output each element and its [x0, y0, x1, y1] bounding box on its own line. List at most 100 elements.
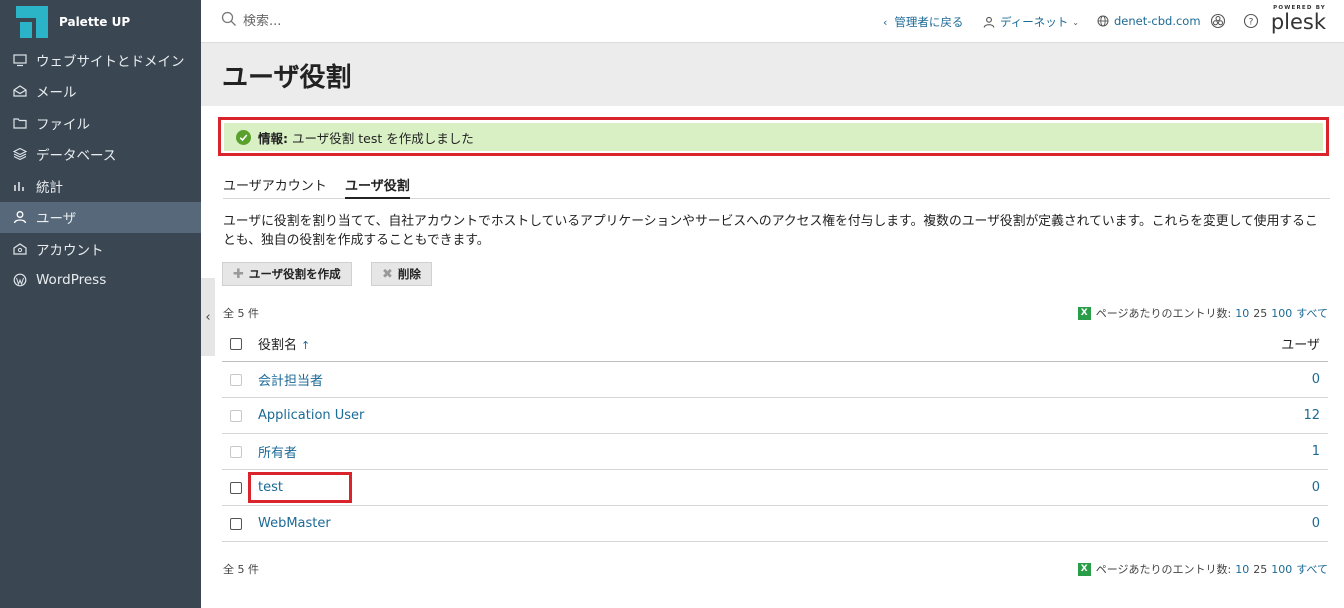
- table-row: WebMaster 0: [222, 506, 1328, 542]
- brand[interactable]: Palette UP: [0, 0, 201, 44]
- table-row: test 0: [222, 470, 1328, 506]
- role-name-link[interactable]: WebMaster: [258, 516, 331, 531]
- tab-bar: ユーザアカウント ユーザ役割: [223, 175, 1330, 199]
- role-name-link[interactable]: 所有者: [258, 442, 297, 461]
- user-icon: [983, 16, 995, 28]
- per-page-label: ページあたりのエントリ数:: [1095, 307, 1232, 320]
- role-users-link[interactable]: 12: [1303, 408, 1320, 423]
- title-band: ユーザ役割: [201, 43, 1344, 106]
- row-checkbox: [230, 445, 242, 458]
- brand-logo-icon: [14, 4, 50, 40]
- globe-icon: [1097, 15, 1109, 27]
- sidebar-item-websites[interactable]: ウェブサイトとドメイン: [0, 44, 201, 76]
- column-header-users[interactable]: ユーザ: [1281, 334, 1320, 353]
- domain-label: denet-cbd.com: [1114, 14, 1201, 28]
- sidebar-item-statistics[interactable]: 統計: [0, 170, 201, 202]
- table-header-row: 役割名 ↑ ユーザ: [222, 326, 1328, 362]
- tab-user-accounts[interactable]: ユーザアカウント: [223, 175, 327, 199]
- excel-icon[interactable]: X: [1077, 562, 1091, 576]
- sidebar-item-label: アカウント: [36, 242, 104, 259]
- per-page-option[interactable]: 100: [1271, 307, 1292, 320]
- folder-icon: [12, 115, 28, 131]
- plus-icon: ✚: [233, 266, 244, 282]
- user-name: ディーネット: [1000, 15, 1069, 29]
- sidebar-collapse-handle[interactable]: ‹: [201, 278, 215, 356]
- row-highlight-frame: [248, 472, 352, 503]
- chevron-left-icon: ‹: [883, 15, 888, 29]
- page-description: ユーザに役割を割り当てて、自社アカウントでホストしているアプリケーションやサービ…: [223, 214, 1318, 248]
- database-icon: [12, 146, 28, 162]
- sidebar-item-label: データベース: [36, 148, 117, 165]
- create-role-button[interactable]: ✚ ユーザ役割を作成: [222, 262, 352, 286]
- alert-label: 情報:: [258, 130, 288, 146]
- per-page-option[interactable]: 25: [1253, 563, 1267, 576]
- per-page-option[interactable]: すべて: [1296, 305, 1328, 321]
- plesk-logo: POWERED BY plesk: [1271, 5, 1326, 33]
- sidebar-item-label: メール: [36, 85, 77, 102]
- brand-name: Palette UP: [59, 15, 131, 29]
- excel-icon[interactable]: X: [1077, 306, 1091, 320]
- page-title: ユーザ役割: [222, 63, 352, 93]
- role-users-link[interactable]: 0: [1312, 516, 1320, 531]
- chevron-down-icon: ⌄: [1072, 17, 1079, 27]
- back-to-admin-label: 管理者に戻る: [894, 15, 964, 29]
- column-header-name[interactable]: 役割名 ↑: [258, 334, 310, 353]
- chart-icon: [12, 178, 28, 194]
- sidebar-item-label: ユーザ: [36, 211, 77, 228]
- role-name-link[interactable]: Application User: [258, 408, 364, 423]
- per-page-option[interactable]: 10: [1235, 307, 1249, 320]
- plesk-wordmark: plesk: [1270, 10, 1326, 34]
- user-menu[interactable]: ディーネット ⌄: [983, 14, 1079, 30]
- mail-icon: [12, 83, 28, 99]
- per-page-bottom: X ページあたりのエントリ数: 10 25 100 すべて: [1077, 561, 1328, 577]
- create-role-label: ユーザ役割を作成: [248, 267, 341, 281]
- help-icon[interactable]: ?: [1243, 13, 1259, 29]
- sidebar-nav: ウェブサイトとドメイン メール ファイル データベース 統計 ユーザ アカウント: [0, 44, 201, 296]
- account-icon: [12, 241, 28, 257]
- row-checkbox[interactable]: [230, 481, 242, 494]
- per-page-option[interactable]: 25: [1253, 307, 1267, 320]
- chevron-left-icon: ‹: [205, 309, 211, 325]
- search-input[interactable]: [243, 13, 443, 29]
- tab-user-roles[interactable]: ユーザ役割: [345, 175, 410, 199]
- roles-table: 役割名 ↑ ユーザ 会計担当者 0 Application User 12 所有者…: [222, 326, 1328, 542]
- table-row: Application User 12: [222, 398, 1328, 434]
- sidebar-item-mail[interactable]: メール: [0, 76, 201, 108]
- table-row: 会計担当者 0: [222, 362, 1328, 398]
- alert-message: ユーザ役割 test を作成しました: [292, 130, 474, 146]
- sidebar-item-wordpress[interactable]: WordPress: [0, 265, 201, 297]
- delete-label: 削除: [397, 267, 421, 281]
- search-box[interactable]: [221, 11, 443, 31]
- per-page-option[interactable]: 100: [1271, 563, 1292, 576]
- role-name-link[interactable]: 会計担当者: [258, 370, 323, 389]
- sidebar-item-label: ファイル: [36, 116, 90, 133]
- top-header: ‹ 管理者に戻る ディーネット ⌄ denet-cbd.com ? POWERE…: [201, 0, 1344, 43]
- domain-link[interactable]: denet-cbd.com: [1097, 14, 1201, 28]
- search-icon: [221, 11, 237, 31]
- monitor-icon: [12, 52, 28, 68]
- back-to-admin-link[interactable]: ‹ 管理者に戻る: [883, 14, 963, 30]
- sidebar: Palette UP ウェブサイトとドメイン メール ファイル データベース 統…: [0, 0, 201, 608]
- extensions-icon[interactable]: [1210, 13, 1226, 29]
- delete-button[interactable]: ✖ 削除: [371, 262, 432, 286]
- select-all-checkbox[interactable]: [230, 337, 242, 350]
- per-page-top: X ページあたりのエントリ数: 10 25 100 すべて: [1077, 305, 1328, 321]
- sidebar-item-databases[interactable]: データベース: [0, 139, 201, 171]
- sidebar-item-label: WordPress: [36, 272, 107, 289]
- per-page-option[interactable]: 10: [1235, 563, 1249, 576]
- role-users-link[interactable]: 0: [1312, 372, 1320, 387]
- per-page-option[interactable]: すべて: [1296, 561, 1328, 577]
- sidebar-item-users[interactable]: ユーザ: [0, 201, 201, 233]
- sidebar-item-account[interactable]: アカウント: [0, 233, 201, 265]
- svg-text:?: ?: [1249, 18, 1254, 28]
- total-count-top: 全 5 件: [223, 307, 259, 320]
- table-row: 所有者 1: [222, 434, 1328, 470]
- row-checkbox: [230, 409, 242, 422]
- sidebar-item-files[interactable]: ファイル: [0, 107, 201, 139]
- sidebar-item-label: ウェブサイトとドメイン: [36, 53, 185, 70]
- role-users-link[interactable]: 0: [1312, 480, 1320, 495]
- x-icon: ✖: [382, 266, 393, 282]
- row-checkbox[interactable]: [230, 517, 242, 530]
- role-users-link[interactable]: 1: [1312, 444, 1320, 459]
- column-name-label: 役割名: [258, 338, 298, 353]
